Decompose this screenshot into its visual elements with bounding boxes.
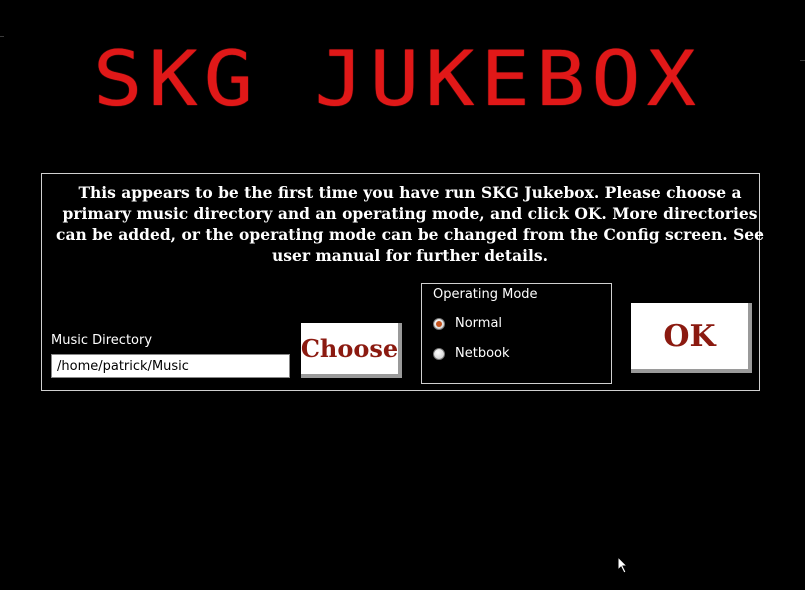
welcome-message: This appears to be the first time you ha… <box>56 183 765 265</box>
ok-button[interactable]: OK <box>631 303 752 373</box>
mode-option-normal[interactable]: Normal <box>433 316 502 331</box>
music-directory-label: Music Directory <box>51 333 153 348</box>
radio-normal[interactable] <box>433 317 445 330</box>
mode-label-netbook: Netbook <box>455 346 510 361</box>
operating-mode-label: Operating Mode <box>433 287 538 302</box>
app-title: SKG JUKEBOX <box>92 35 703 124</box>
mouse-pointer-icon <box>617 556 629 574</box>
radio-netbook[interactable] <box>433 347 445 360</box>
choose-button[interactable]: Choose <box>301 323 402 378</box>
music-directory-input[interactable] <box>51 354 290 378</box>
mode-option-netbook[interactable]: Netbook <box>433 346 510 361</box>
mode-label-normal: Normal <box>455 316 503 331</box>
window-edge-right <box>800 60 805 61</box>
